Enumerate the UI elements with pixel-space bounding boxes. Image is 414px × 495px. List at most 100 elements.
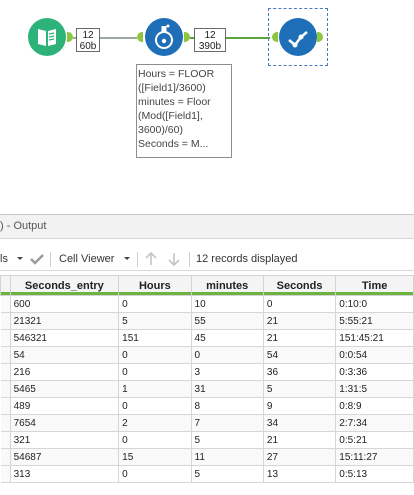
row-number-cell <box>0 397 11 415</box>
table-cell[interactable]: 1:31:5 <box>335 380 414 398</box>
formula-annotation[interactable]: Hours = FLOOR ([Field1]/3600) minutes = … <box>136 64 232 158</box>
table-cell[interactable]: 2:7:34 <box>335 414 414 432</box>
results-grid[interactable]: Seconds_entry Hours minutes Seconds Time… <box>0 275 414 483</box>
table-cell[interactable]: 21 <box>262 329 337 347</box>
row-number-cell <box>0 448 11 466</box>
table-cell[interactable]: 10 <box>190 295 264 313</box>
table-row[interactable]: 54687 15 11 27 15:11:27 <box>0 448 414 466</box>
table-cell[interactable]: 15:11:27 <box>335 448 414 466</box>
formula-input-anchor[interactable] <box>137 32 143 42</box>
table-cell[interactable]: 54 <box>262 346 337 364</box>
table-cell[interactable]: 5 <box>190 431 264 449</box>
table-row[interactable]: 5465 1 31 5 1:31:5 <box>0 380 414 398</box>
arrow-up-icon[interactable] <box>143 251 159 270</box>
table-row[interactable]: 21321 5 55 21 5:55:21 <box>0 312 414 330</box>
apply-check-icon[interactable] <box>29 252 45 269</box>
table-cell[interactable]: 21321 <box>9 312 120 330</box>
table-cell[interactable]: 36 <box>262 363 337 381</box>
table-cell[interactable]: 0 <box>118 363 192 381</box>
table-cell[interactable]: 31 <box>190 380 264 398</box>
table-cell[interactable]: 9 <box>262 397 337 415</box>
column-header[interactable]: Time <box>335 275 414 296</box>
row-number-cell <box>0 414 11 432</box>
arrow-down-icon[interactable] <box>166 251 182 270</box>
column-header[interactable]: Seconds <box>262 275 337 296</box>
cell-viewer-dropdown[interactable]: Cell Viewer <box>59 253 114 265</box>
table-cell[interactable]: 0 <box>118 346 192 364</box>
table-cell[interactable]: 5 <box>262 380 337 398</box>
toolbar-separator <box>50 252 51 267</box>
table-cell[interactable]: 54687 <box>9 448 120 466</box>
table-row[interactable]: 313 0 5 13 0:5:13 <box>0 465 414 483</box>
table-cell[interactable]: 7 <box>190 414 264 432</box>
table-cell[interactable]: 55 <box>190 312 264 330</box>
table-row[interactable]: 216 0 3 36 0:3:36 <box>0 363 414 381</box>
workflow-canvas[interactable]: 12 60b 12 390b Hours = FLOOR ([Field1]/360… <box>0 0 414 214</box>
table-cell[interactable]: 0:10:0 <box>335 295 414 313</box>
table-cell[interactable]: 0 <box>118 295 192 313</box>
row-number-cell <box>0 329 11 347</box>
browse-tool[interactable] <box>279 18 317 56</box>
row-number-cell <box>0 431 11 449</box>
table-cell[interactable]: 0:8:9 <box>335 397 414 415</box>
table-cell[interactable]: 5 <box>118 312 192 330</box>
output-toolbar: ls Cell Viewer 12 records displayed <box>0 249 414 271</box>
table-cell[interactable]: 489 <box>9 397 120 415</box>
table-cell[interactable]: 15 <box>118 448 192 466</box>
formula-tool[interactable] <box>145 18 183 56</box>
table-cell[interactable]: 3 <box>190 363 264 381</box>
table-cell[interactable]: 0:0:54 <box>335 346 414 364</box>
table-cell[interactable]: 600 <box>9 295 120 313</box>
dropdown-arrow-icon[interactable] <box>16 251 24 268</box>
table-cell[interactable]: 1 <box>118 380 192 398</box>
table-cell[interactable]: 0 <box>190 346 264 364</box>
table-row[interactable]: 489 0 8 9 0:8:9 <box>0 397 414 415</box>
table-cell[interactable]: 13 <box>262 465 337 483</box>
table-cell[interactable]: 34 <box>262 414 337 432</box>
table-cell[interactable]: 27 <box>262 448 337 466</box>
table-cell[interactable]: 21 <box>262 431 337 449</box>
table-cell[interactable]: 21 <box>262 312 337 330</box>
table-row[interactable]: 7654 2 7 34 2:7:34 <box>0 414 414 432</box>
row-number-cell <box>0 380 11 398</box>
fields-label[interactable]: ls <box>0 253 8 265</box>
table-cell[interactable]: 8 <box>190 397 264 415</box>
row-number-cell <box>0 465 11 483</box>
toolbar-separator <box>189 252 190 267</box>
table-row[interactable]: 600 0 10 0 0:10:0 <box>0 295 414 313</box>
table-cell[interactable]: 151:45:21 <box>335 329 414 347</box>
table-cell[interactable]: 321 <box>9 431 120 449</box>
table-cell[interactable]: 0 <box>118 431 192 449</box>
table-cell[interactable]: 0:5:21 <box>335 431 414 449</box>
table-cell[interactable]: 11 <box>190 448 264 466</box>
table-cell[interactable]: 5 <box>190 465 264 483</box>
table-cell[interactable]: 0:3:36 <box>335 363 414 381</box>
table-cell[interactable]: 5:55:21 <box>335 312 414 330</box>
table-cell[interactable]: 0 <box>262 295 337 313</box>
table-cell[interactable]: 2 <box>118 414 192 432</box>
text-input-tool[interactable] <box>28 18 66 56</box>
table-cell[interactable]: 0 <box>118 465 192 483</box>
column-header[interactable]: Seconds_entry <box>9 275 120 296</box>
row-number-cell <box>0 363 11 381</box>
table-row[interactable]: 54 0 0 54 0:0:54 <box>0 346 414 364</box>
table-cell[interactable]: 216 <box>9 363 120 381</box>
table-row[interactable]: 321 0 5 21 0:5:21 <box>0 431 414 449</box>
table-cell[interactable]: 54 <box>9 346 120 364</box>
dropdown-arrow-icon[interactable] <box>123 251 131 268</box>
browse-input-anchor[interactable] <box>272 32 278 42</box>
table-cell[interactable]: 0:5:13 <box>335 465 414 483</box>
table-cell[interactable]: 151 <box>118 329 192 347</box>
table-cell[interactable]: 313 <box>9 465 120 483</box>
check-graph-icon <box>288 31 308 48</box>
table-row[interactable]: 546321 151 45 21 151:45:21 <box>0 329 414 347</box>
table-cell[interactable]: 5465 <box>9 380 120 398</box>
table-cell[interactable]: 546321 <box>9 329 120 347</box>
table-cell[interactable]: 0 <box>118 397 192 415</box>
column-header[interactable]: Hours <box>118 275 192 296</box>
table-cell[interactable]: 7654 <box>9 414 120 432</box>
column-header[interactable]: minutes <box>190 275 264 296</box>
table-cell[interactable]: 45 <box>190 329 264 347</box>
output-window-title: ) - Output <box>0 214 414 239</box>
flask-icon <box>155 24 173 49</box>
